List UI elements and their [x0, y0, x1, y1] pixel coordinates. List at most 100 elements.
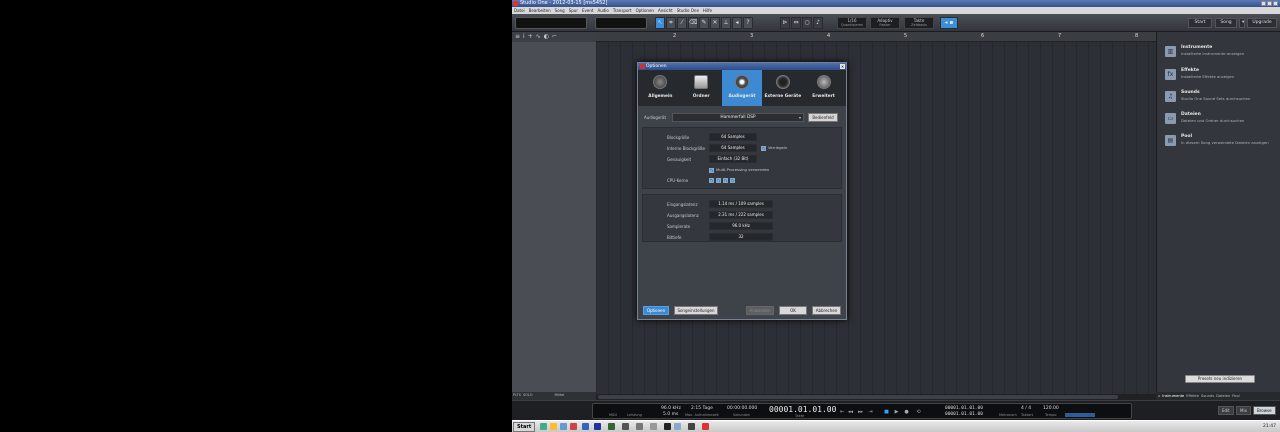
track-selector[interactable]: [595, 17, 647, 29]
browser-item-pool[interactable]: ▤ Pool In diesem Song verwendete Dateien…: [1163, 133, 1279, 151]
tab-allgemein[interactable]: Allgemein: [640, 70, 681, 106]
add-track-icon[interactable]: +: [528, 34, 533, 40]
minimize-button[interactable]: [1261, 1, 1266, 6]
rewind-icon[interactable]: ◂◂: [847, 409, 854, 416]
taskbar-app-icon[interactable]: [622, 423, 629, 430]
solo-label[interactable]: SOLO: [523, 393, 533, 399]
studio-one-taskbar-icon[interactable]: [702, 423, 709, 430]
taskbar-app-icon[interactable]: [664, 423, 671, 430]
song-page-button[interactable]: Song: [1215, 18, 1237, 28]
multi-processing-checkbox-row[interactable]: ✓ Multi-Processing verwenden: [709, 167, 769, 173]
lock-checkbox[interactable]: ✓: [761, 145, 766, 151]
cancel-button[interactable]: Abbrechen: [812, 306, 841, 315]
reindex-presets-button[interactable]: Presets neu indizieren: [1185, 375, 1255, 383]
snap-grid-icon[interactable]: ⇔: [791, 17, 801, 29]
global-view-icon[interactable]: ◐: [544, 34, 549, 40]
tab-ordner[interactable]: Ordner: [681, 70, 722, 106]
snap-icon[interactable]: ⊳: [780, 17, 790, 29]
internal-block-select[interactable]: 64 Samples: [709, 144, 757, 152]
menu-audio[interactable]: Audio: [597, 7, 608, 14]
bend-tool-icon[interactable]: ⟂: [721, 17, 731, 29]
cpu-core-checkbox[interactable]: ✓: [723, 177, 728, 183]
forward-icon[interactable]: ▸▸: [857, 409, 864, 416]
quicklaunch-icon[interactable]: [570, 423, 577, 430]
start-page-button[interactable]: Start: [1188, 18, 1212, 28]
quicklaunch-icon[interactable]: [582, 423, 589, 430]
inspector-toggle-icon[interactable]: ◂ ▪: [940, 17, 958, 29]
plts-label[interactable]: PLTS: [513, 393, 521, 399]
menu-transport[interactable]: Transport: [613, 7, 632, 14]
menu-studio-one[interactable]: Studio One: [677, 7, 699, 14]
start-button[interactable]: Start: [513, 422, 536, 432]
browser-item-effekte[interactable]: fx Effekte Installierte Effekte anzeigen: [1163, 67, 1279, 85]
apply-button[interactable]: Anwenden: [746, 306, 774, 315]
autoscroll-icon[interactable]: ○: [802, 17, 812, 29]
song-selector[interactable]: [515, 17, 587, 29]
cpu-core-checkbox[interactable]: ✓: [709, 177, 714, 183]
options-button[interactable]: Optionen: [643, 306, 669, 315]
tab-pool[interactable]: Pool: [1232, 393, 1239, 399]
tab-audiogeraet[interactable]: Audiogerät: [721, 70, 763, 106]
help-icon[interactable]: ?: [743, 17, 753, 29]
edit-view-button[interactable]: Edit: [1218, 406, 1234, 415]
quantize-box[interactable]: 1/16 Quantisieren: [837, 17, 867, 29]
end-icon[interactable]: ⇥: [867, 409, 874, 416]
automation-icon[interactable]: ∿: [536, 34, 541, 40]
song-settings-button[interactable]: Songeinstellungen: [674, 306, 718, 315]
taskbar-app-icon[interactable]: [608, 423, 615, 430]
cpu-core-checkbox[interactable]: ✓: [716, 177, 721, 183]
menu-ansicht[interactable]: Ansicht: [658, 7, 673, 14]
stop-icon[interactable]: ■: [883, 409, 890, 416]
control-panel-button[interactable]: Bedienfeld: [808, 113, 838, 122]
mix-view-button[interactable]: Mix: [1236, 406, 1251, 415]
scrollbar-thumb[interactable]: [598, 395, 1118, 399]
upgrade-button[interactable]: Upgrade: [1247, 18, 1277, 28]
browser-item-instrumente[interactable]: ▥ Instrumente Installierte Instrumente a…: [1163, 44, 1279, 62]
browser-item-dateien[interactable]: ▭ Dateien Dateien und Ordner durchsuchen: [1163, 111, 1279, 129]
audio-device-select[interactable]: Hammerfall DSP ▾: [672, 113, 804, 122]
cpu-core-checkbox[interactable]: ✓: [730, 177, 735, 183]
quicklaunch-icon[interactable]: [594, 423, 601, 430]
taskbar-app-icon[interactable]: [650, 423, 657, 430]
range-tool-icon[interactable]: ⌗: [666, 17, 676, 29]
menu-bearbeiten[interactable]: Bearbeiten: [529, 7, 551, 14]
taskbar-app-icon[interactable]: [636, 423, 643, 430]
timeline-ruler[interactable]: 2 3 4 5 6 7 8: [596, 32, 1156, 42]
close-window-button[interactable]: [1273, 1, 1278, 6]
menu-spur[interactable]: Spur: [569, 7, 578, 14]
timebase-box[interactable]: Takte Zeitbasis: [904, 17, 934, 29]
track-height-label[interactable]: Mittel: [555, 393, 565, 399]
listen-tool-icon[interactable]: ◂: [732, 17, 742, 29]
menu-event[interactable]: Event: [582, 7, 593, 14]
tab-externe-geraete[interactable]: Externe Geräte: [762, 70, 803, 106]
quicklaunch-icon[interactable]: [560, 423, 567, 430]
inspector-icon[interactable]: i: [523, 34, 525, 40]
menu-song[interactable]: Song: [555, 7, 565, 14]
home-icon[interactable]: ⌂: [1158, 393, 1160, 399]
taskbar-app-icon[interactable]: [674, 423, 681, 430]
taskbar-app-icon[interactable]: [688, 423, 695, 430]
dialog-close-icon[interactable]: ✕: [840, 64, 845, 69]
loop-toggle-icon[interactable]: ⟲: [915, 409, 922, 416]
arrow-tool-icon[interactable]: ↖: [655, 17, 665, 29]
eraser-tool-icon[interactable]: ⌫: [688, 17, 698, 29]
tab-effekte[interactable]: Effekte: [1186, 393, 1199, 399]
loop-icon[interactable]: ⇤: [839, 409, 846, 416]
paint-tool-icon[interactable]: ✎: [699, 17, 709, 29]
mute-tool-icon[interactable]: ✕: [710, 17, 720, 29]
menu-datei[interactable]: Datei: [514, 7, 525, 14]
maximize-button[interactable]: [1267, 1, 1272, 6]
browser-item-sounds[interactable]: ♫ Sounds Studio One Sound Sets durchsuch…: [1163, 89, 1279, 107]
record-icon[interactable]: ●: [903, 409, 910, 416]
split-tool-icon[interactable]: ⁄: [677, 17, 687, 29]
track-list[interactable]: [512, 42, 596, 392]
tab-instrumente[interactable]: Instrumente: [1162, 393, 1184, 399]
lock-checkbox-row[interactable]: ✓ Verriegeln: [761, 145, 787, 151]
track-list-icon[interactable]: ≡: [515, 34, 520, 40]
menu-hilfe[interactable]: Hilfe: [703, 7, 712, 14]
play-icon[interactable]: ▶: [893, 409, 900, 416]
metronome-icon[interactable]: ♪: [813, 17, 823, 29]
page-dropdown-icon[interactable]: ▾: [1239, 18, 1245, 28]
browse-view-button[interactable]: Browse: [1253, 406, 1276, 415]
snap-box[interactable]: Adaptiv Raster: [870, 17, 900, 29]
